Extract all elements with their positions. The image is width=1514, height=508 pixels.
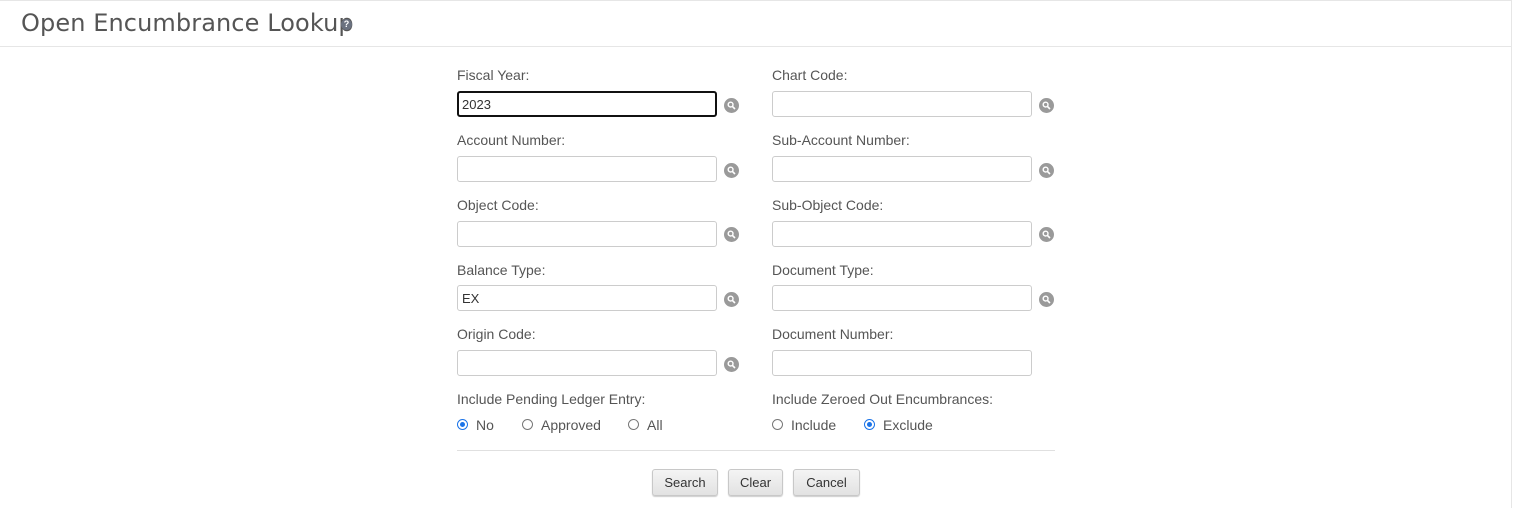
balance-type-input[interactable] — [457, 285, 717, 311]
document-type-input[interactable] — [772, 285, 1032, 311]
radio-include[interactable] — [772, 419, 783, 430]
account-number-input[interactable] — [457, 156, 717, 182]
radio-approved[interactable] — [522, 419, 533, 430]
document-type-label: Document Type: — [772, 262, 874, 278]
cancel-button[interactable]: Cancel — [793, 469, 860, 496]
clear-button[interactable]: Clear — [728, 469, 783, 496]
document-number-input[interactable] — [772, 350, 1032, 376]
radio-all[interactable] — [628, 419, 639, 430]
radio-exclude[interactable] — [864, 419, 875, 430]
account-number-lookup-icon[interactable] — [724, 163, 739, 178]
sub-object-code-label: Sub-Object Code: — [772, 197, 884, 213]
chart-code-input[interactable] — [772, 91, 1032, 117]
sub-object-code-input[interactable] — [772, 221, 1032, 247]
pending-ledger-label: Include Pending Ledger Entry: — [457, 391, 646, 407]
fiscal-year-input[interactable] — [457, 91, 717, 117]
radio-no[interactable] — [457, 419, 468, 430]
object-code-input[interactable] — [457, 221, 717, 247]
radio-label-exclude: Exclude — [883, 417, 933, 433]
balance-type-lookup-icon[interactable] — [724, 292, 739, 307]
account-number-label: Account Number: — [457, 132, 566, 148]
origin-code-label: Origin Code: — [457, 326, 536, 342]
fiscal-year-label: Fiscal Year: — [457, 67, 530, 83]
radio-label-include: Include — [791, 417, 837, 433]
radio-label-approved: Approved — [541, 417, 601, 433]
sub-object-code-lookup-icon[interactable] — [1039, 227, 1054, 242]
fiscal-year-lookup-icon[interactable] — [724, 98, 739, 113]
chart-code-lookup-icon[interactable] — [1039, 98, 1054, 113]
page-header: Open Encumbrance Lookup ? — [0, 0, 1512, 47]
page-title: Open Encumbrance Lookup — [21, 9, 354, 37]
chart-code-label: Chart Code: — [772, 67, 848, 83]
radio-label-all: All — [647, 417, 663, 433]
sub-account-number-input[interactable] — [772, 156, 1032, 182]
balance-type-label: Balance Type: — [457, 262, 546, 278]
origin-code-lookup-icon[interactable] — [724, 357, 739, 372]
sub-account-number-lookup-icon[interactable] — [1039, 163, 1054, 178]
object-code-lookup-icon[interactable] — [724, 227, 739, 242]
object-code-label: Object Code: — [457, 197, 539, 213]
zeroed-encumbrances-label: Include Zeroed Out Encumbrances: — [772, 391, 994, 407]
search-button[interactable]: Search — [652, 469, 718, 496]
document-type-lookup-icon[interactable] — [1039, 292, 1054, 307]
page-frame — [0, 0, 1512, 508]
document-number-label: Document Number: — [772, 326, 894, 342]
sub-account-number-label: Sub-Account Number: — [772, 132, 910, 148]
origin-code-input[interactable] — [457, 350, 717, 376]
radio-label-no: No — [476, 417, 494, 433]
form-divider — [457, 450, 1055, 451]
help-icon[interactable]: ? — [341, 19, 352, 30]
